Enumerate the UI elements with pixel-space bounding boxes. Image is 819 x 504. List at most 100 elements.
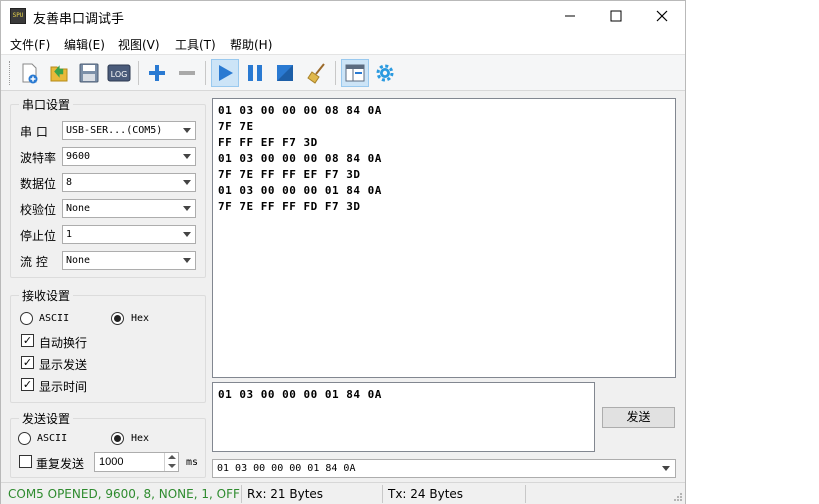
new-icon xyxy=(22,63,38,84)
open-button[interactable] xyxy=(45,59,73,87)
receive-settings-title: 接收设置 xyxy=(19,287,74,304)
receive-line: FF FF EF F7 3D xyxy=(218,136,318,149)
toolbar: LOG xyxy=(1,55,685,91)
parity-select[interactable]: None xyxy=(62,199,196,218)
toolbar-separator xyxy=(335,61,336,85)
interval-unit-label: ms xyxy=(186,457,199,468)
chevron-down-icon xyxy=(183,206,191,211)
svg-text:LOG: LOG xyxy=(111,70,128,79)
app-window: SPU 友善串口调试手 文件(F) 编辑(E) 视图(V) 工具(T) 帮助(H… xyxy=(0,0,686,504)
add-icon xyxy=(149,65,165,81)
menu-help[interactable]: 帮助(H) xyxy=(230,36,272,53)
toolbar-grip[interactable] xyxy=(9,61,12,85)
show-send-checkbox[interactable]: ✓ xyxy=(21,356,34,369)
databits-label: 数据位 xyxy=(20,177,57,191)
status-separator xyxy=(525,485,526,503)
receive-line: 7F 7E xyxy=(218,120,254,133)
receive-line: 01 03 00 00 00 08 84 0A xyxy=(218,104,382,117)
auto-wrap-label: 自动换行 xyxy=(39,336,88,350)
toolbar-separator xyxy=(138,61,139,85)
open-icon xyxy=(50,65,68,82)
repeat-interval-stepper[interactable]: 1000 xyxy=(94,452,179,472)
send-ascii-radio[interactable] xyxy=(18,432,31,445)
chevron-down-icon xyxy=(662,466,670,471)
receive-hex-radio[interactable] xyxy=(111,312,124,325)
status-bar: COM5 OPENED, 9600, 8, NONE, 1, OFF Rx: 2… xyxy=(1,482,685,504)
baud-select[interactable]: 9600 xyxy=(62,147,196,166)
receive-line: 7F 7E FF FF FD F7 3D xyxy=(218,200,361,213)
send-history-select[interactable]: 01 03 00 00 00 01 84 0A xyxy=(212,459,676,478)
resize-grip-icon[interactable] xyxy=(673,492,683,502)
status-separator xyxy=(241,485,242,503)
receive-ascii-radio[interactable] xyxy=(20,312,33,325)
receive-hex-label: Hex xyxy=(131,313,150,324)
receive-line: 7F 7E FF FF EF F7 3D xyxy=(218,168,361,181)
spin-up-icon[interactable] xyxy=(164,453,178,462)
save-icon xyxy=(79,63,99,83)
stop-button[interactable] xyxy=(271,59,299,87)
log-icon: LOG xyxy=(107,64,131,82)
port-select[interactable]: USB-SER...(COM5) xyxy=(62,121,196,140)
flow-value: None xyxy=(66,255,91,266)
receive-textarea[interactable]: 01 03 00 00 00 08 84 0A 7F 7E FF FF EF F… xyxy=(212,98,676,378)
show-send-label: 显示发送 xyxy=(39,358,88,372)
chevron-down-icon xyxy=(183,232,191,237)
log-button[interactable]: LOG xyxy=(105,59,133,87)
flow-label: 流 控 xyxy=(20,255,48,269)
stop-icon xyxy=(277,65,293,81)
show-time-label: 显示时间 xyxy=(39,380,88,394)
send-hex-radio[interactable] xyxy=(111,432,124,445)
clear-button[interactable] xyxy=(303,59,331,87)
rx-count: Rx: 21 Bytes xyxy=(247,487,324,501)
menu-file[interactable]: 文件(F) xyxy=(10,36,50,53)
send-button[interactable]: 发送 xyxy=(602,407,675,428)
new-button[interactable] xyxy=(15,59,43,87)
flow-select[interactable]: None xyxy=(62,251,196,270)
baud-label: 波特率 xyxy=(20,151,57,165)
pause-button[interactable] xyxy=(241,59,269,87)
save-button[interactable] xyxy=(75,59,103,87)
remove-button[interactable] xyxy=(173,59,201,87)
repeat-interval-value: 1000 xyxy=(99,456,124,468)
send-settings-title: 发送设置 xyxy=(19,410,74,427)
auto-wrap-checkbox[interactable]: ✓ xyxy=(21,334,34,347)
settings-button[interactable] xyxy=(371,59,399,87)
menu-view[interactable]: 视图(V) xyxy=(118,36,160,53)
start-icon xyxy=(219,65,233,81)
toolbar-separator xyxy=(205,61,206,85)
chevron-down-icon xyxy=(183,128,191,133)
repeat-send-checkbox[interactable] xyxy=(19,455,32,468)
serial-settings-title: 串口设置 xyxy=(19,96,74,113)
minimize-button[interactable] xyxy=(547,1,593,31)
maximize-button[interactable] xyxy=(593,1,639,31)
databits-value: 8 xyxy=(66,177,73,188)
send-hex-label: Hex xyxy=(131,433,150,444)
gear-icon xyxy=(376,64,394,82)
tx-count: Tx: 24 Bytes xyxy=(388,487,464,501)
menu-tools[interactable]: 工具(T) xyxy=(175,36,216,53)
spin-down-icon[interactable] xyxy=(164,462,178,471)
layout-icon xyxy=(345,64,365,82)
port-value: USB-SER...(COM5) xyxy=(66,125,163,136)
close-button[interactable] xyxy=(639,1,685,31)
port-label: 串 口 xyxy=(20,125,48,139)
start-button[interactable] xyxy=(211,59,239,87)
repeat-send-label: 重复发送 xyxy=(36,457,85,471)
port-status: COM5 OPENED, 9600, 8, NONE, 1, OFF xyxy=(8,487,240,501)
show-time-checkbox[interactable]: ✓ xyxy=(21,378,34,391)
databits-select[interactable]: 8 xyxy=(62,173,196,192)
receive-ascii-label: ASCII xyxy=(39,313,70,324)
stopbits-select[interactable]: 1 xyxy=(62,225,196,244)
send-ascii-label: ASCII xyxy=(37,433,68,444)
layout-button[interactable] xyxy=(341,59,369,87)
status-separator xyxy=(382,485,383,503)
maximize-icon xyxy=(610,10,622,22)
app-logo-icon: SPU xyxy=(10,8,26,24)
chevron-down-icon xyxy=(183,154,191,159)
send-textarea[interactable]: 01 03 00 00 00 01 84 0A xyxy=(212,382,595,452)
stopbits-label: 停止位 xyxy=(20,229,57,243)
add-button[interactable] xyxy=(143,59,171,87)
menu-bar: 文件(F) 编辑(E) 视图(V) 工具(T) 帮助(H) xyxy=(1,31,685,55)
baud-value: 9600 xyxy=(66,151,91,162)
menu-edit[interactable]: 编辑(E) xyxy=(64,36,105,53)
